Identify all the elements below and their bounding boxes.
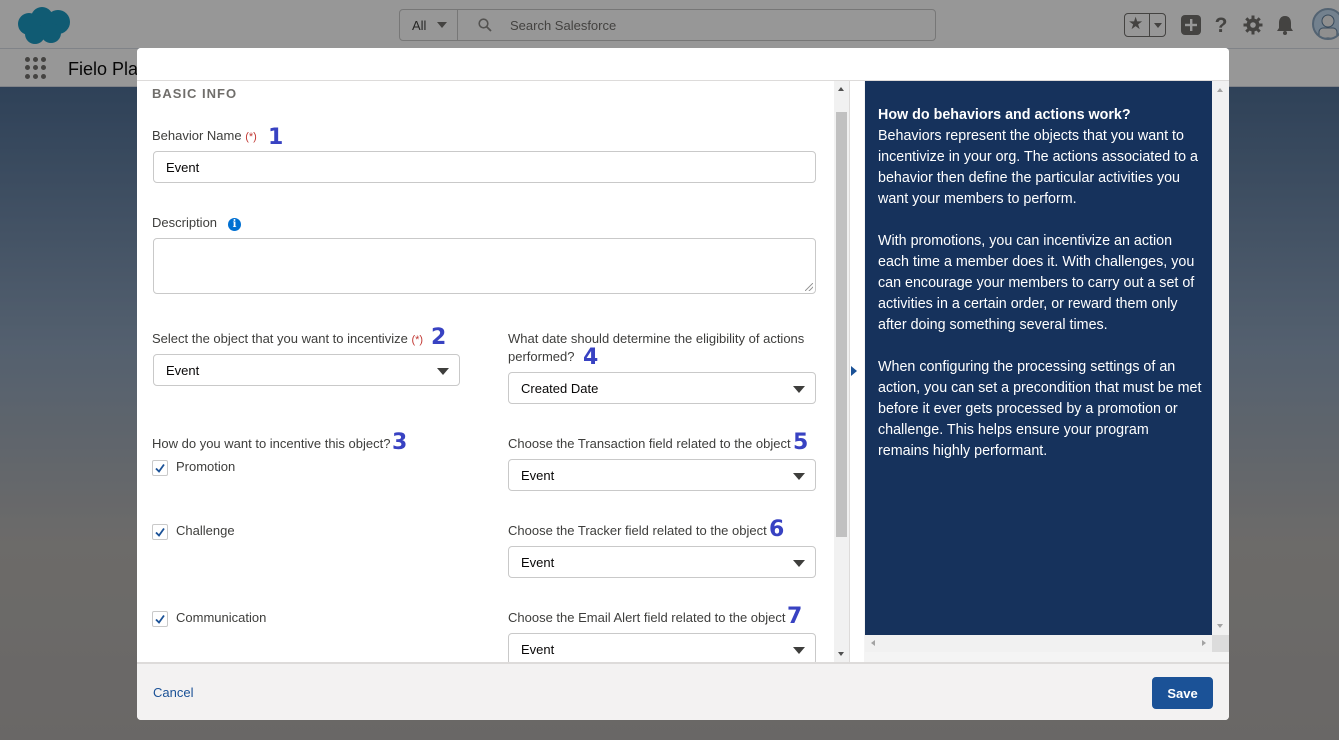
edit-behavior-modal: BASIC INFO Behavior Name (*) 1 Event Des… <box>137 48 1229 720</box>
chevron-down-icon <box>793 473 805 480</box>
section-title: BASIC INFO <box>152 86 238 101</box>
help-panel-toggle[interactable] <box>849 81 864 662</box>
scrollbar-corner <box>1212 635 1229 652</box>
checkmark-icon <box>155 463 165 473</box>
scroll-right-icon[interactable] <box>1202 640 1206 646</box>
promotion-checkbox[interactable] <box>152 460 168 476</box>
cancel-button[interactable]: Cancel <box>153 685 193 700</box>
annotation-number-1: 1 <box>268 125 284 150</box>
behavior-form: BASIC INFO Behavior Name (*) 1 Event Des… <box>137 81 849 662</box>
date-select-label-line2: performed? <box>508 349 575 364</box>
date-select-label: What date should determine the eligibili… <box>508 330 804 366</box>
scroll-down-icon[interactable] <box>1217 624 1223 628</box>
challenge-label[interactable]: Challenge <box>176 523 235 538</box>
modal-footer: Cancel Save <box>137 662 1229 720</box>
description-label: Description <box>152 215 218 230</box>
help-paragraph: When configuring the processing settings… <box>878 359 1202 459</box>
chevron-down-icon <box>793 386 805 393</box>
annotation-number-6: 6 <box>769 517 785 542</box>
save-button[interactable]: Save <box>1152 677 1213 709</box>
chevron-down-icon <box>793 647 805 654</box>
incentive-label: How do you want to incentive this object… <box>152 436 391 451</box>
date-select-value: Created Date <box>521 381 599 396</box>
behavior-name-label-text: Behavior Name <box>152 128 242 143</box>
tracker-select-value: Event <box>521 555 555 570</box>
tracker-select-label: Choose the Tracker field related to the … <box>508 523 767 538</box>
scrollbar-thumb[interactable] <box>836 112 847 537</box>
date-select-label-line1: What date should determine the eligibili… <box>508 331 805 346</box>
required-marker: (*) <box>411 334 424 346</box>
email-alert-select[interactable]: Event <box>508 633 816 662</box>
object-select-label: Select the object that you want to incen… <box>152 330 423 349</box>
annotation-number-4: 4 <box>583 345 599 370</box>
help-paragraph: With promotions, you can incentivize an … <box>878 233 1195 333</box>
help-horizontal-scrollbar[interactable] <box>865 635 1212 652</box>
transaction-select-label: Choose the Transaction field related to … <box>508 436 791 451</box>
scroll-down-icon[interactable] <box>838 652 844 656</box>
form-scrollbar[interactable] <box>834 81 849 662</box>
communication-checkbox[interactable] <box>152 611 168 627</box>
object-select-label-text: Select the object that you want to incen… <box>152 331 408 346</box>
scroll-up-icon[interactable] <box>838 87 844 91</box>
date-select[interactable]: Created Date <box>508 372 816 404</box>
behavior-name-label: Behavior Name (*) <box>152 127 257 146</box>
annotation-number-7: 7 <box>787 604 803 629</box>
communication-label[interactable]: Communication <box>176 610 266 625</box>
modal-header <box>137 48 1229 81</box>
email-alert-select-label: Choose the Email Alert field related to … <box>508 610 786 625</box>
chevron-right-icon[interactable] <box>851 366 857 376</box>
checkmark-icon <box>155 527 165 537</box>
description-textarea[interactable] <box>153 238 816 294</box>
scroll-up-icon[interactable] <box>1217 88 1223 92</box>
challenge-checkbox[interactable] <box>152 524 168 540</box>
help-content: How do behaviors and actions work? Behav… <box>865 81 1212 635</box>
help-title: How do behaviors and actions work? <box>878 107 1131 123</box>
help-panel: How do behaviors and actions work? Behav… <box>864 81 1229 662</box>
annotation-number-3: 3 <box>392 430 408 455</box>
transaction-select-value: Event <box>521 468 555 483</box>
required-marker: (*) <box>245 131 257 143</box>
email-alert-select-value: Event <box>521 642 555 657</box>
resize-handle-icon[interactable] <box>805 283 813 291</box>
help-vertical-scrollbar[interactable] <box>1212 81 1229 635</box>
checkmark-icon <box>155 614 165 624</box>
transaction-select[interactable]: Event <box>508 459 816 491</box>
chevron-down-icon <box>793 560 805 567</box>
scroll-left-icon[interactable] <box>871 640 875 646</box>
behavior-name-input[interactable]: Event <box>153 151 816 183</box>
object-select[interactable]: Event <box>153 354 460 386</box>
info-icon[interactable]: i <box>228 218 241 231</box>
object-select-value: Event <box>166 363 200 378</box>
annotation-number-5: 5 <box>793 430 809 455</box>
help-paragraph: Behaviors represent the objects that you… <box>878 128 1199 207</box>
tracker-select[interactable]: Event <box>508 546 816 578</box>
modal-body: BASIC INFO Behavior Name (*) 1 Event Des… <box>137 81 1229 662</box>
annotation-number-2: 2 <box>431 325 447 350</box>
promotion-label[interactable]: Promotion <box>176 459 235 474</box>
chevron-down-icon <box>437 368 449 375</box>
